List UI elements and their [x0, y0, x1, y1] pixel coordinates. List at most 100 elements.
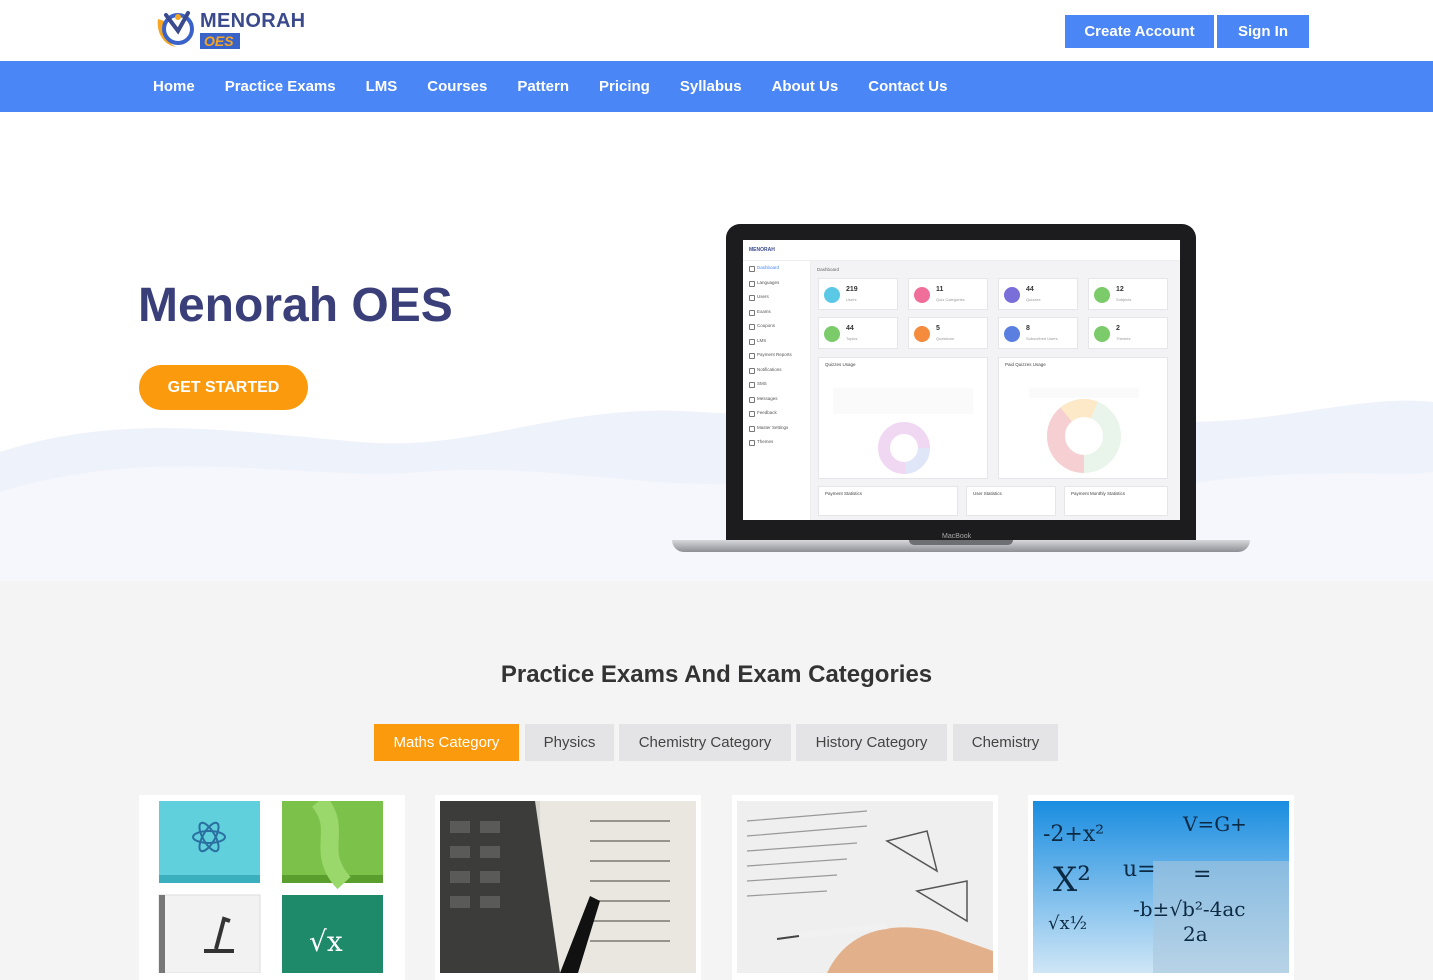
screen-brand: MENORAH [749, 247, 775, 253]
screen-sidebar-item: Themes [743, 435, 810, 450]
screen-topbar: MENORAH [743, 240, 1180, 261]
stat-card: 12 Subjects [1088, 278, 1168, 310]
tab-physics[interactable]: Physics [525, 724, 614, 761]
logo-mark-icon [152, 9, 196, 51]
screen-breadcrumb: Dashboard [817, 267, 840, 272]
screen-sidebar-item: SMS [743, 377, 810, 392]
screen-sidebar-item: Notifications [743, 363, 810, 378]
nav-item-courses[interactable]: Courses [427, 78, 487, 95]
exam-card[interactable] [732, 795, 998, 980]
stat-label: Subjects [1116, 297, 1132, 302]
stat-card: 11 Quiz Categories [908, 278, 988, 310]
svg-text:V=G+: V=G+ [1182, 812, 1247, 836]
calendar-icon [914, 287, 930, 303]
logo-name: MENORAH [200, 10, 306, 32]
tab-chemistry-category[interactable]: Chemistry Category [619, 724, 791, 761]
nav-item-about-us[interactable]: About Us [772, 78, 839, 95]
main-nav: Home Practice Exams LMS Courses Pattern … [0, 61, 1433, 112]
hero-section: Menorah OES GET STARTED MENORAH Dashboar… [0, 112, 1433, 581]
question-icon [914, 326, 930, 342]
laptop-mockup: MENORAH Dashboard Languages Users Exams … [672, 222, 1250, 562]
subscriber-icon [1004, 326, 1020, 342]
paid-quizzes-donut [1029, 388, 1139, 473]
panel-title: Quizzes Usage [825, 362, 856, 367]
laptop-notch [909, 540, 1013, 545]
stat-label: Quiz Categories [936, 297, 965, 302]
laptop-label: MacBook [942, 533, 972, 540]
svg-text:=: = [1193, 862, 1211, 887]
screen-main: Dashboard 219 Users 11 Quiz Categories 4… [811, 261, 1180, 520]
stat-number: 12 [1116, 286, 1124, 293]
stat-label: Themes [1116, 336, 1131, 341]
svg-text:-b±√b²-4ac: -b±√b²-4ac [1133, 897, 1246, 921]
top-header: MENORAH OES Create Account Sign In [0, 0, 1433, 61]
stat-card: 44 Topics [818, 317, 898, 349]
hero-title: Menorah OES [138, 279, 453, 332]
exam-card[interactable] [435, 795, 701, 980]
stat-label: Topics [846, 336, 858, 341]
laptop-screen: MENORAH Dashboard Languages Users Exams … [743, 240, 1180, 520]
user-statistics-panel: User Statistics [966, 486, 1056, 516]
stat-number: 2 [1116, 325, 1120, 332]
math-formulas-image: -2+x² V=G+ X² u= = -b±√b²-4ac 2a √x½ [1033, 801, 1289, 973]
stat-number: 5 [936, 325, 940, 332]
panel-title: Payment Statistics [825, 491, 863, 496]
screen-sidebar-item: Exams [743, 305, 810, 320]
categories-section: Practice Exams And Exam Categories Maths… [0, 581, 1433, 980]
nav-item-practice-exams[interactable]: Practice Exams [225, 78, 336, 95]
screen-sidebar-item: Users [743, 290, 810, 305]
logo-subtitle: OES [200, 33, 240, 49]
tab-maths-category[interactable]: Maths Category [374, 724, 519, 761]
panel-title: Paid Quizzes Usage [1005, 362, 1046, 367]
monitor-icon [1004, 287, 1020, 303]
stat-card: 44 Quizzes [998, 278, 1078, 310]
svg-text:2a: 2a [1183, 922, 1208, 946]
quizzes-usage-panel: Quizzes Usage [818, 357, 988, 479]
categories-title: Practice Exams And Exam Categories [500, 661, 933, 688]
stat-label: Questions [936, 336, 955, 341]
calculator-pen-image [440, 801, 696, 973]
stat-label: Subscribed Users [1026, 336, 1058, 341]
stat-label: Quizzes [1026, 297, 1041, 302]
payment-monthly-statistics-panel: Payment Monthly Statistics [1064, 486, 1168, 516]
screen-sidebar-item: LMS [743, 334, 810, 349]
stat-number: 44 [846, 325, 854, 332]
book-icon [824, 326, 840, 342]
nav-item-pattern[interactable]: Pattern [517, 78, 569, 95]
svg-text:-2+x²: -2+x² [1043, 822, 1104, 847]
quizzes-usage-donut [833, 388, 973, 474]
laptop-lid: MENORAH Dashboard Languages Users Exams … [726, 224, 1196, 544]
stat-card: 8 Subscribed Users [998, 317, 1078, 349]
exam-card[interactable]: √x [139, 795, 405, 980]
svg-text:√x½: √x½ [1048, 913, 1087, 934]
get-started-button[interactable]: GET STARTED [139, 365, 308, 410]
screen-sidebar-item: Messages [743, 392, 810, 407]
screen-sidebar: Dashboard Languages Users Exams Coupons … [743, 261, 811, 520]
svg-text:√x: √x [309, 925, 343, 958]
stat-number: 219 [846, 286, 858, 293]
svg-text:u=: u= [1123, 857, 1156, 882]
screen-sidebar-item: Languages [743, 276, 810, 291]
books-collage-image: √x [144, 801, 400, 973]
create-account-button[interactable]: Create Account [1065, 15, 1214, 48]
theme-icon [1094, 326, 1110, 342]
nav-item-home[interactable]: Home [153, 78, 195, 95]
panel-title: User Statistics [973, 491, 1002, 496]
stat-card: 219 Users [818, 278, 898, 310]
payment-statistics-panel: Payment Statistics [818, 486, 958, 516]
stat-card: 2 Themes [1088, 317, 1168, 349]
stat-label: Users [846, 297, 857, 302]
tab-chemistry[interactable]: Chemistry [953, 724, 1058, 761]
nav-item-contact-us[interactable]: Contact Us [868, 78, 947, 95]
nav-item-syllabus[interactable]: Syllabus [680, 78, 742, 95]
site-logo[interactable]: MENORAH OES [152, 9, 305, 51]
paid-quizzes-usage-panel: Paid Quizzes Usage [998, 357, 1168, 479]
tab-history-category[interactable]: History Category [796, 724, 947, 761]
sign-in-button[interactable]: Sign In [1217, 15, 1309, 48]
nav-item-pricing[interactable]: Pricing [599, 78, 650, 95]
stat-card: 5 Questions [908, 317, 988, 349]
nav-item-lms[interactable]: LMS [366, 78, 398, 95]
exam-card[interactable]: -2+x² V=G+ X² u= = -b±√b²-4ac 2a √x½ [1028, 795, 1294, 980]
screen-sidebar-item: Coupons [743, 319, 810, 334]
stat-number: 8 [1026, 325, 1030, 332]
